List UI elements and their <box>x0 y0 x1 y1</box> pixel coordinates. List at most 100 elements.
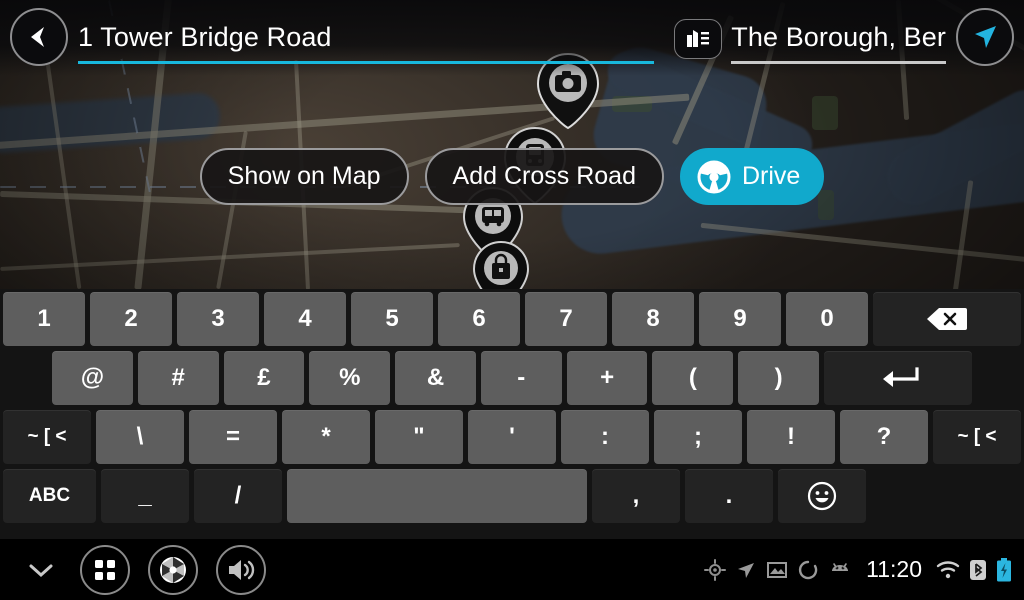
key-comma[interactable]: , <box>592 469 680 523</box>
drive-button[interactable]: Drive <box>679 148 825 205</box>
camera-button[interactable] <box>148 544 198 595</box>
key-4[interactable]: 4 <box>264 292 346 346</box>
key-percent-label: % <box>339 364 361 391</box>
key-at-label: @ <box>80 364 105 391</box>
key-slash[interactable]: / <box>194 469 282 523</box>
keyboard-gutter <box>3 351 47 405</box>
apps-grid-icon <box>92 557 118 583</box>
key-question[interactable]: ? <box>840 410 928 464</box>
key-period[interactable]: . <box>685 469 773 523</box>
key-8-label: 8 <box>646 305 660 332</box>
key-colon[interactable]: : <box>561 410 649 464</box>
show-on-map-button[interactable]: Show on Map <box>199 148 409 205</box>
wifi-icon <box>936 560 960 580</box>
header-bar: 1 Tower Bridge Road The Borough, Ber <box>0 0 1024 76</box>
key-exclamation-label: ! <box>787 423 795 450</box>
system-nav-buttons <box>0 544 266 595</box>
key-paren-open[interactable]: ( <box>652 351 734 405</box>
key-0[interactable]: 0 <box>786 292 868 346</box>
key-quote-single[interactable]: ' <box>468 410 556 464</box>
key-abc[interactable]: ABC <box>3 469 96 523</box>
steering-wheel-icon <box>696 159 732 195</box>
key-question-label: ? <box>876 423 892 450</box>
navigation-arrow-button[interactable] <box>956 8 1014 66</box>
address-search-field[interactable]: 1 Tower Bridge Road <box>78 8 655 70</box>
key-ampersand[interactable]: & <box>395 351 476 405</box>
key-asterisk-label: * <box>321 423 331 450</box>
on-screen-keyboard[interactable]: 1234567890 @ # £% & - +() ~ [ < \ = * " ':;!? ~ [ <… <box>0 289 1024 539</box>
key-paren-open-label: ( <box>688 364 697 391</box>
key-6-label: 6 <box>472 305 486 332</box>
city-buildings-icon <box>674 19 723 59</box>
key-hyphen-label: - <box>517 364 526 391</box>
key-equals[interactable]: = <box>189 410 277 464</box>
destination-city-field[interactable]: The Borough, Ber <box>674 8 946 70</box>
key-underscore-label: _ <box>138 482 152 509</box>
key-underscore[interactable]: _ <box>101 469 189 523</box>
key-hyphen[interactable]: - <box>480 351 562 405</box>
key-2-label: 2 <box>124 305 138 332</box>
shopping-poi-icon[interactable] <box>470 240 532 290</box>
key-0-label: 0 <box>820 305 834 332</box>
key-backslash[interactable]: \ <box>96 410 184 464</box>
key-quote-double-label: " <box>413 423 425 450</box>
key-3[interactable]: 3 <box>177 292 259 346</box>
sync-icon <box>797 559 819 581</box>
navigation-icon <box>735 559 757 581</box>
enter-icon <box>875 365 921 391</box>
key-enter[interactable] <box>824 351 973 405</box>
key-percent[interactable]: % <box>309 351 391 405</box>
key-1[interactable]: 1 <box>3 292 85 346</box>
key-9-label: 9 <box>733 305 747 332</box>
volume-button[interactable] <box>216 544 266 595</box>
keyboard-row-numbers: 1 2 3 4 5 6 7 8 9 0 <box>3 292 1021 346</box>
address-input-value[interactable]: 1 Tower Bridge Road <box>78 22 332 57</box>
key-plus[interactable]: + <box>566 351 648 405</box>
back-arrow-icon <box>26 24 52 50</box>
key-backspace[interactable] <box>873 292 1021 346</box>
key-space[interactable] <box>287 469 587 523</box>
key-6[interactable]: 6 <box>438 292 520 346</box>
key-slash-label: / <box>234 482 242 509</box>
key-pound[interactable]: £ <box>223 351 305 405</box>
drive-label: Drive <box>741 162 801 190</box>
key-colon-label: : <box>601 423 609 450</box>
destination-field-underline <box>731 61 946 64</box>
key-paren-close[interactable]: ) <box>738 351 820 405</box>
key-quote-double[interactable]: " <box>375 410 463 464</box>
key-at[interactable]: @ <box>52 351 133 405</box>
camera-aperture-icon <box>158 555 188 585</box>
add-cross-road-button[interactable]: Add Cross Road <box>424 148 664 205</box>
keyboard-row-symbols-1: @ # £% & - + () <box>3 351 1021 405</box>
keyboard-row-bottom: ABC _ /,. <box>3 469 1021 523</box>
key-4-label: 4 <box>298 305 312 332</box>
action-button-row: Show on Map Add Cross Road Drive <box>0 148 1024 205</box>
backspace-icon <box>925 306 969 332</box>
key-pound-label: £ <box>257 364 271 391</box>
key-paren-close-label: ) <box>774 364 783 391</box>
back-button[interactable] <box>10 8 68 66</box>
key-hash[interactable]: # <box>137 351 219 405</box>
key-comma-label: , <box>632 482 640 509</box>
key-ampersand-label: & <box>426 364 445 391</box>
key-3-label: 3 <box>211 305 225 332</box>
key-symbols-right[interactable]: ~ [ < <box>933 410 1021 464</box>
key-symbols-left[interactable]: ~ [ < <box>3 410 91 464</box>
apps-grid-button[interactable] <box>80 544 130 595</box>
volume-icon <box>226 557 256 583</box>
key-9[interactable]: 9 <box>699 292 781 346</box>
chevron-down-icon[interactable] <box>20 560 62 580</box>
key-plus-label: + <box>600 364 615 391</box>
key-7[interactable]: 7 <box>525 292 607 346</box>
destination-input-value[interactable]: The Borough, Ber <box>731 22 946 57</box>
emoji-icon <box>807 481 837 511</box>
key-asterisk[interactable]: * <box>282 410 370 464</box>
address-field-underline <box>78 61 655 64</box>
key-8[interactable]: 8 <box>612 292 694 346</box>
key-exclamation[interactable]: ! <box>747 410 835 464</box>
keyboard-row-symbols-2: ~ [ < \ = * " ':;!? ~ [ < <box>3 410 1021 464</box>
key-emoji[interactable] <box>778 469 866 523</box>
key-semicolon[interactable]: ; <box>654 410 742 464</box>
key-5[interactable]: 5 <box>351 292 433 346</box>
key-2[interactable]: 2 <box>90 292 172 346</box>
